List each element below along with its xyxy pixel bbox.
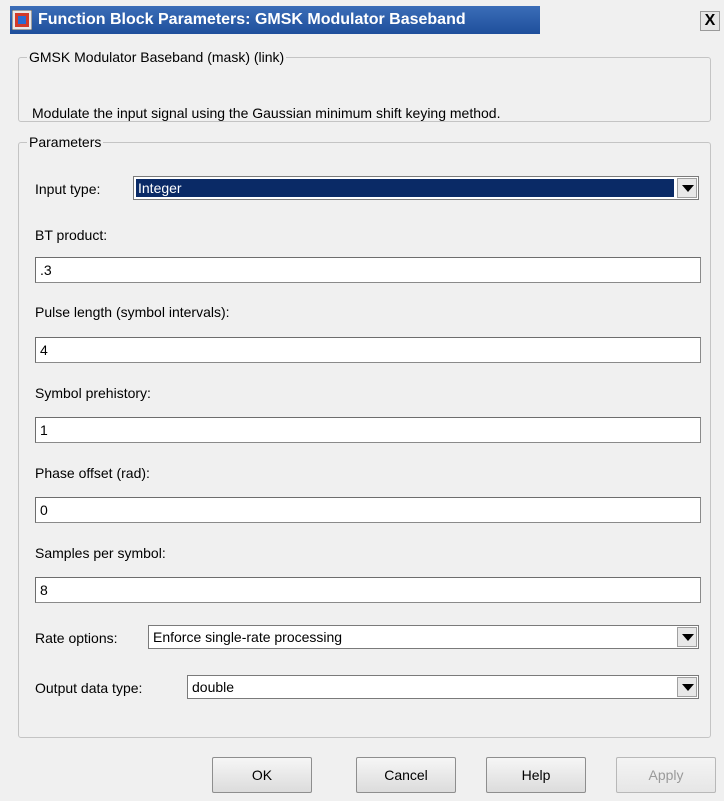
samples-per-symbol-label: Samples per symbol: [35,545,166,561]
close-button[interactable]: X [700,11,720,31]
description-group: GMSK Modulator Baseband (mask) (link) Mo… [18,49,711,122]
output-data-type-value: double [192,679,235,695]
simulink-block-icon [12,10,32,30]
ok-button[interactable]: OK [212,757,312,793]
description-group-title: GMSK Modulator Baseband (mask) (link) [29,49,285,65]
pulse-length-field[interactable]: 4 [35,337,701,363]
rate-options-dropdown[interactable]: Enforce single-rate processing [148,625,699,649]
apply-button[interactable]: Apply [616,757,716,793]
symbol-prehistory-label: Symbol prehistory: [35,385,151,401]
rate-options-value: Enforce single-rate processing [153,629,343,645]
description-text: Modulate the input signal using the Gaus… [32,105,501,121]
input-type-label: Input type: [35,181,101,197]
input-type-value: Integer [136,179,674,197]
chevron-down-icon[interactable] [677,178,697,198]
cancel-button[interactable]: Cancel [356,757,456,793]
chevron-down-icon[interactable] [677,627,697,647]
rate-options-label: Rate options: [35,630,118,646]
chevron-down-icon[interactable] [677,677,697,697]
phase-offset-field[interactable]: 0 [35,497,701,523]
bt-product-field[interactable]: .3 [35,257,701,283]
title-bar: Function Block Parameters: GMSK Modulato… [0,0,724,36]
parameters-group-title: Parameters [29,134,102,150]
input-type-dropdown[interactable]: Integer [133,176,699,200]
bt-product-label: BT product: [35,227,108,243]
output-data-type-label: Output data type: [35,680,143,696]
output-data-type-dropdown[interactable]: double [187,675,699,699]
symbol-prehistory-field[interactable]: 1 [35,417,701,443]
phase-offset-label: Phase offset (rad): [35,465,150,481]
window-title: Function Block Parameters: GMSK Modulato… [38,11,466,28]
samples-per-symbol-field[interactable]: 8 [35,577,701,603]
pulse-length-label: Pulse length (symbol intervals): [35,304,230,320]
help-button[interactable]: Help [486,757,586,793]
